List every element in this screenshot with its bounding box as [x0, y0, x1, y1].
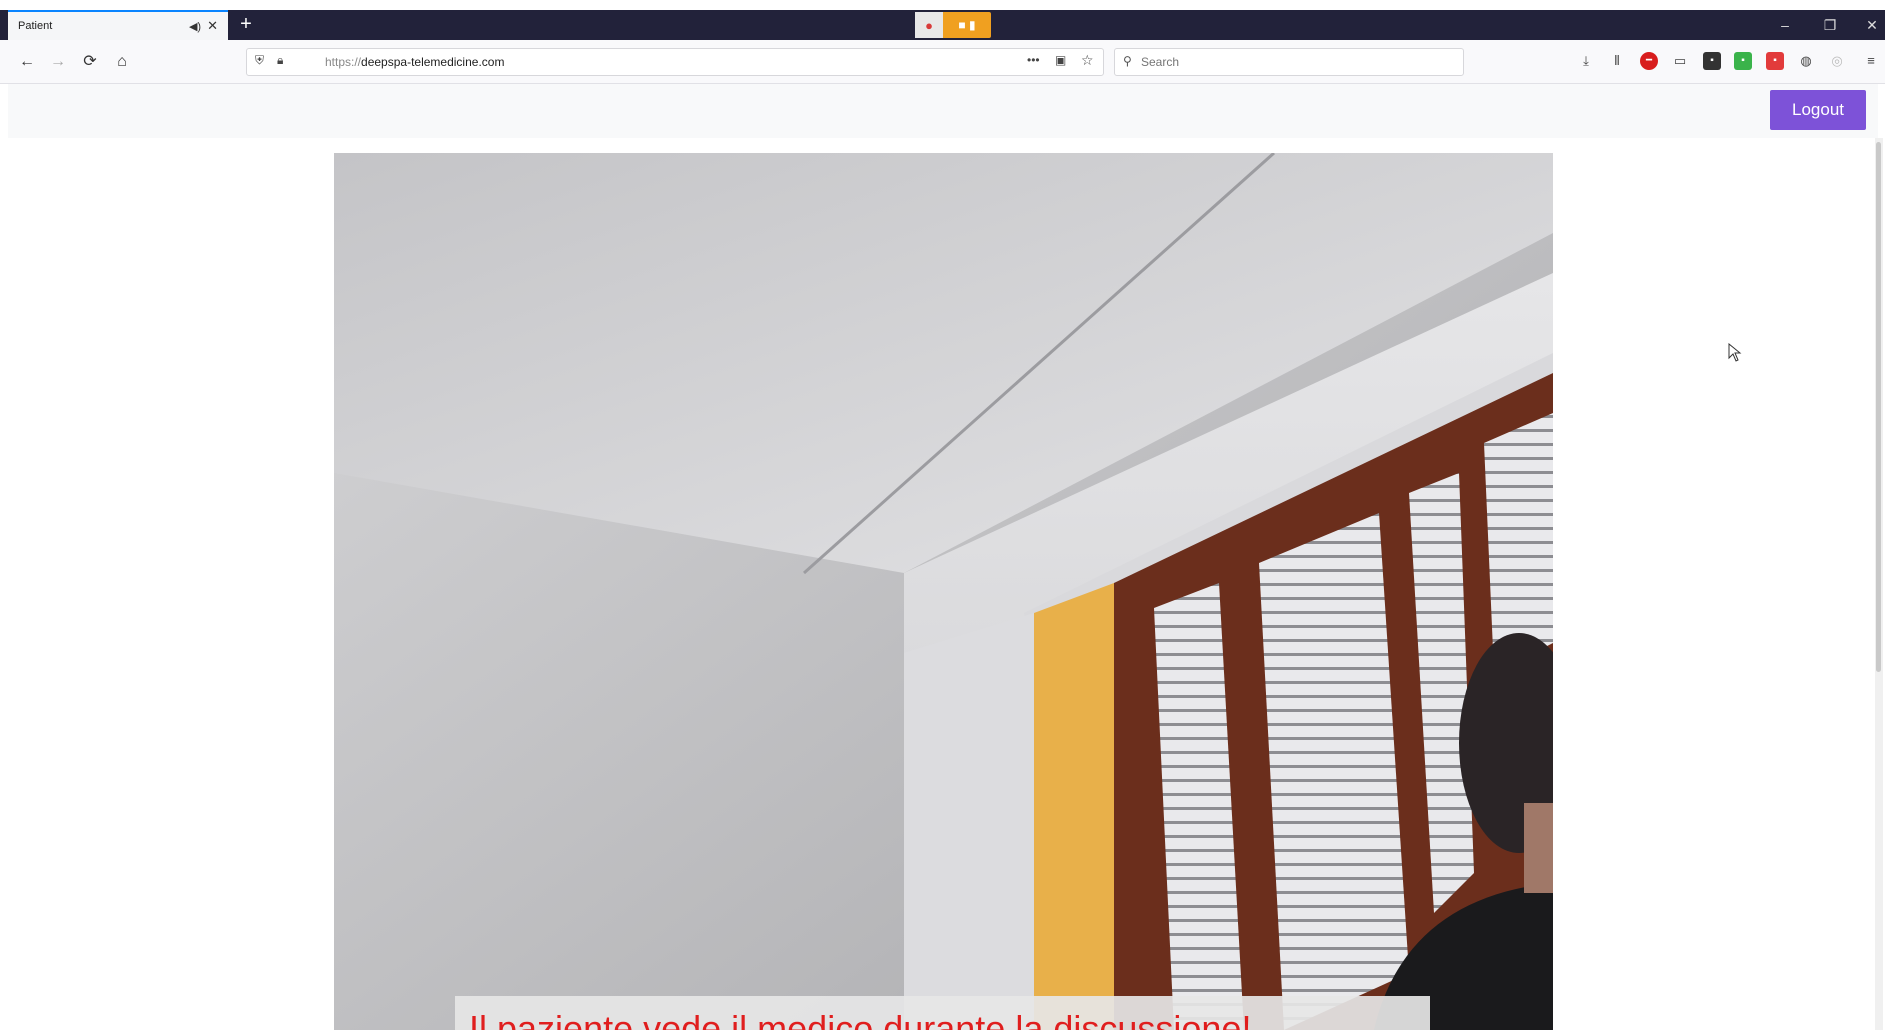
close-window-button[interactable]: ✕: [1852, 10, 1885, 40]
url-text[interactable]: https://deepspa-telemedicine.com: [325, 55, 504, 69]
search-icon: ⚲: [1123, 54, 1132, 68]
camera-icon: ●: [915, 12, 943, 38]
url-scheme: https://: [325, 55, 362, 69]
menu-icon[interactable]: ≡: [1862, 52, 1880, 70]
logout-button[interactable]: Logout: [1770, 90, 1866, 130]
more-icon[interactable]: •••: [1027, 53, 1040, 67]
video-stream: Il paziente vede il medico durante la di…: [334, 153, 1553, 1030]
forward-icon[interactable]: →: [46, 50, 70, 74]
mouse-cursor-icon: [1728, 343, 1742, 362]
tab-strip: Patient ◀) ✕ + ● ■ ▮ – ❐ ✕: [0, 10, 1885, 40]
url-host: deepspa-telemedicine.com: [361, 55, 505, 69]
search-bar[interactable]: ⚲: [1114, 48, 1464, 76]
back-icon[interactable]: ←: [15, 50, 39, 74]
microphone-icon: ■ ▮: [958, 18, 976, 32]
sharing-indicator[interactable]: ● ■ ▮: [915, 12, 991, 38]
nav-bar: ← → ⟳ ⌂ ⛨ 🔒︎ https://deepspa-telemedicin…: [0, 40, 1885, 84]
restore-button[interactable]: ❐: [1810, 10, 1850, 40]
extension-dark-icon[interactable]: ▪: [1703, 52, 1721, 70]
extension-globe-icon[interactable]: ◍: [1797, 52, 1815, 70]
scrollbar-thumb[interactable]: [1876, 142, 1881, 672]
pocket-icon[interactable]: ▣: [1055, 53, 1066, 67]
reload-icon[interactable]: ⟳: [78, 50, 102, 74]
lock-icon[interactable]: 🔒︎: [277, 53, 283, 68]
browser-window: Patient ◀) ✕ + ● ■ ▮ – ❐ ✕ ← → ⟳ ⌂ ⛨ 🔒︎ …: [0, 0, 1885, 1030]
video-frame-image: [334, 153, 1553, 1030]
close-icon[interactable]: ✕: [207, 18, 218, 34]
adblock-icon[interactable]: ━: [1640, 52, 1658, 70]
extension-red-icon[interactable]: ▪: [1766, 52, 1784, 70]
caption-banner: Il paziente vede il medico durante la di…: [455, 996, 1430, 1030]
bookmark-star-icon[interactable]: ☆: [1081, 52, 1094, 69]
minimize-button[interactable]: –: [1765, 10, 1805, 40]
reader-icon[interactable]: ▭: [1671, 52, 1689, 70]
download-icon[interactable]: ⤓: [1577, 52, 1595, 70]
search-input[interactable]: [1141, 53, 1441, 71]
tab-patient[interactable]: Patient ◀) ✕: [8, 10, 228, 40]
url-bar[interactable]: ⛨ 🔒︎ https://deepspa-telemedicine.com ••…: [246, 48, 1104, 76]
caption-text: Il paziente vede il medico durante la di…: [469, 1008, 1252, 1030]
app-header: Logout: [8, 84, 1878, 138]
speaker-icon[interactable]: ◀): [189, 20, 201, 33]
extension-gray-icon[interactable]: ◎: [1828, 52, 1846, 70]
shield-icon[interactable]: ⛨: [255, 53, 264, 68]
tab-title: Patient: [18, 20, 53, 32]
extension-green-icon[interactable]: ▪: [1734, 52, 1752, 70]
plus-icon[interactable]: +: [236, 14, 256, 36]
page-content: Logout Il paziente vede il medico durant…: [0, 84, 1885, 1030]
library-icon[interactable]: ⫴: [1608, 52, 1626, 70]
home-icon[interactable]: ⌂: [110, 50, 134, 74]
